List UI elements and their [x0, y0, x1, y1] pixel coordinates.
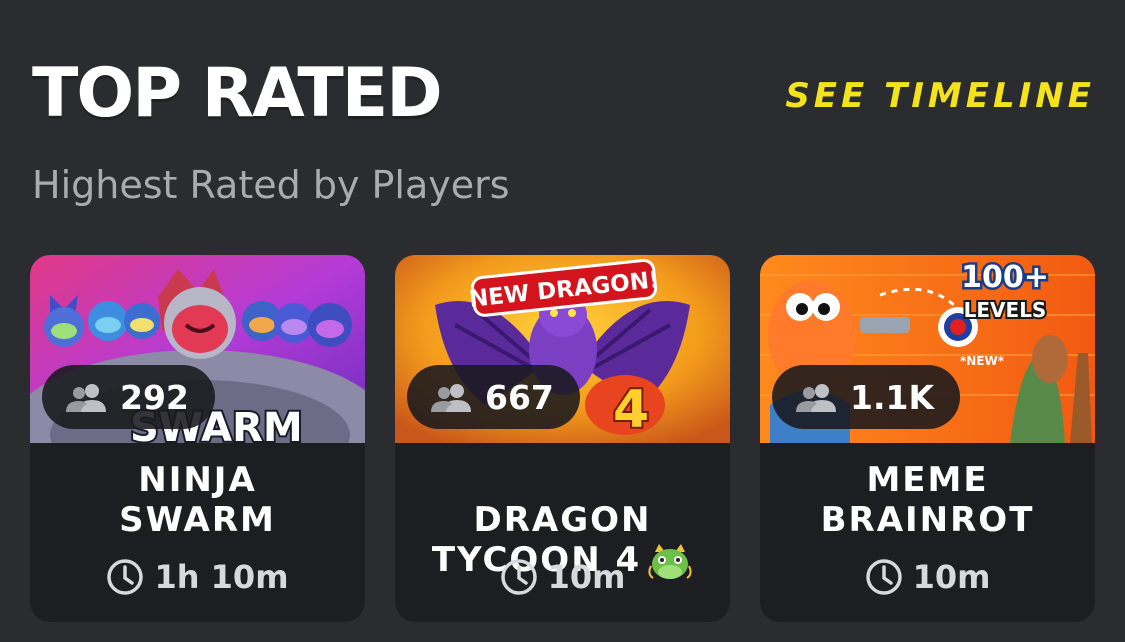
people-icon	[431, 384, 471, 412]
player-count: 292	[120, 377, 189, 417]
svg-text:4: 4	[613, 380, 649, 440]
svg-text:*NEW*: *NEW*	[960, 354, 1005, 368]
player-count: 667	[485, 377, 554, 417]
section-title: TOP RATED	[32, 54, 443, 133]
see-timeline-link[interactable]: SEE TIMELINE	[785, 76, 1095, 116]
people-icon	[796, 384, 836, 412]
play-duration: 10m	[395, 555, 730, 599]
game-card-dragon-tycoon-4[interactable]: 4 NEW DRAGON! 667 DRAGON TYCOON 4 10m	[395, 255, 730, 622]
play-duration: 10m	[760, 555, 1095, 599]
clock-icon	[107, 559, 144, 595]
section-header: TOP RATED SEE TIMELINE	[32, 52, 1095, 132]
player-count: 1.1K	[850, 377, 935, 417]
player-count-badge: 1.1K	[772, 365, 961, 429]
clock-icon	[865, 559, 902, 595]
duration-label: 10m	[912, 558, 991, 596]
player-count-badge: 292	[42, 365, 215, 429]
svg-text:100+: 100+	[961, 260, 1049, 295]
clock-icon	[500, 559, 537, 595]
game-title: NINJA SWARM	[119, 460, 276, 540]
svg-text:LEVELS: LEVELS	[964, 298, 1047, 322]
section-subtitle: Highest Rated by Players	[32, 163, 510, 207]
game-card-ninja-swarm[interactable]: SWARM 292 NINJA SWARM 1h 10m	[30, 255, 365, 622]
game-card-meme-brainrot[interactable]: 100+ LEVELS *NEW* 1.1K MEME BRAINROT 10m	[760, 255, 1095, 622]
player-count-badge: 667	[407, 365, 580, 429]
game-card-list: SWARM 292 NINJA SWARM 1h 10m 4 NEW DRAGO…	[30, 255, 1096, 622]
duration-label: 10m	[547, 558, 626, 596]
people-icon	[66, 384, 106, 412]
play-duration: 1h 10m	[30, 555, 365, 599]
game-title: MEME BRAINROT	[760, 460, 1095, 544]
duration-label: 1h 10m	[154, 558, 289, 596]
